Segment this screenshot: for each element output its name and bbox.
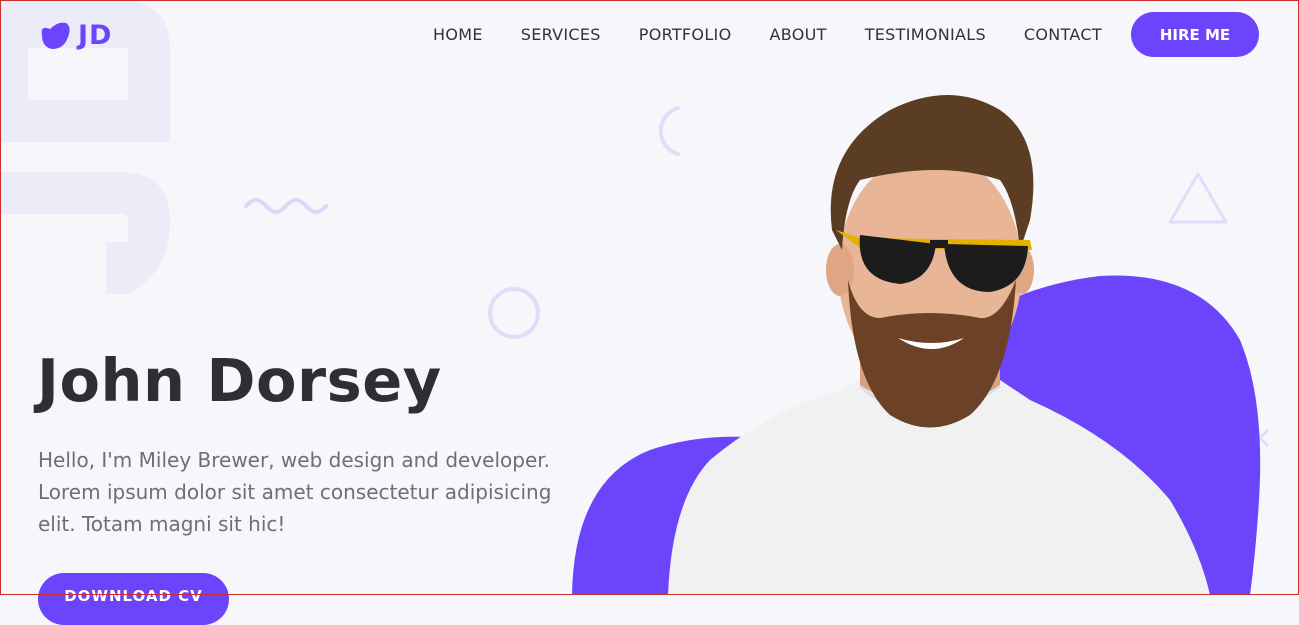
- nav-home[interactable]: HOME: [433, 24, 483, 46]
- logo-blob-icon: [41, 22, 70, 49]
- hire-me-button[interactable]: HIRE ME: [1131, 12, 1259, 57]
- site-logo[interactable]: JD: [38, 20, 112, 51]
- logo-text: JD: [78, 20, 113, 51]
- ring-icon: [488, 287, 540, 339]
- nav-testimonials[interactable]: TESTIMONIALS: [865, 24, 986, 46]
- nav-services[interactable]: SERVICES: [521, 24, 601, 46]
- nav-portfolio[interactable]: PORTFOLIO: [639, 24, 732, 46]
- main-nav: HOME SERVICES PORTFOLIO ABOUT TESTIMONIA…: [433, 24, 1102, 46]
- nav-contact[interactable]: CONTACT: [1024, 24, 1102, 46]
- download-cv-button[interactable]: DOWNLOAD CV: [38, 573, 229, 625]
- hero-portrait: [572, 95, 1261, 595]
- hero-name: John Dorsey: [37, 346, 442, 415]
- squiggle-icon: [244, 198, 328, 214]
- nav-about[interactable]: ABOUT: [769, 24, 826, 46]
- hero-description: Hello, I'm Miley Brewer, web design and …: [38, 448, 552, 536]
